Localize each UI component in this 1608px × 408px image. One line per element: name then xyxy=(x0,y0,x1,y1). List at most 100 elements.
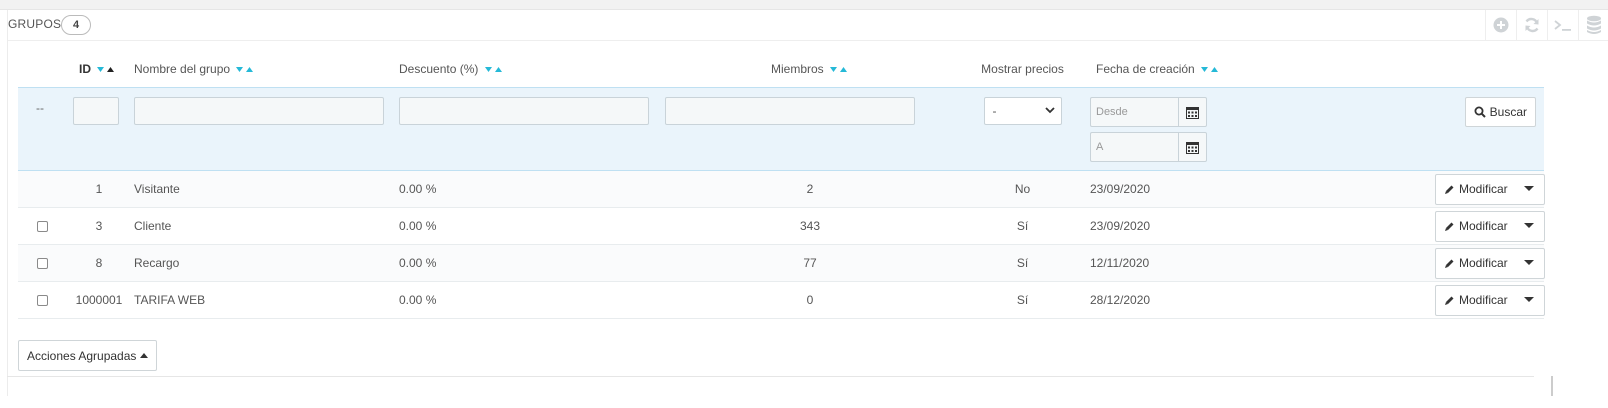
filter-id-input[interactable] xyxy=(73,97,119,125)
header-actions xyxy=(1435,51,1544,88)
filter-id-cell xyxy=(64,87,134,171)
date-to-group: A xyxy=(1090,132,1435,162)
edit-button-label: Modificar xyxy=(1459,219,1508,233)
cell-show-prices: No xyxy=(955,170,1090,208)
header-name: Nombre del grupo xyxy=(134,51,399,88)
filter-name-cell xyxy=(134,87,399,171)
cell-actions: Modificar xyxy=(1435,207,1545,245)
cell-discount: 0.00 % xyxy=(399,170,665,208)
table-row[interactable]: 1000001 TARIFA WEB 0.00 % 0 Sí 28/12/202… xyxy=(18,281,1545,319)
pencil-icon xyxy=(1445,222,1454,231)
filter-name-input[interactable] xyxy=(134,97,384,125)
sort-asc-icon[interactable] xyxy=(246,67,254,73)
search-button[interactable]: Buscar xyxy=(1464,97,1536,127)
filter-discount-input[interactable] xyxy=(399,97,649,125)
sort-asc-icon[interactable] xyxy=(107,67,115,73)
select-all-marker: -- xyxy=(36,101,44,115)
row-checkbox[interactable] xyxy=(37,257,48,269)
cell-id: 1000001 xyxy=(64,281,134,319)
caret-down-icon xyxy=(1523,186,1534,191)
sort-desc-icon[interactable] xyxy=(236,67,244,73)
sort-asc-icon[interactable] xyxy=(494,67,502,73)
pencil-icon xyxy=(1445,259,1454,268)
filter-created-cell: Desde A xyxy=(1090,87,1435,171)
filter-members-cell xyxy=(665,87,955,171)
refresh-button[interactable] xyxy=(1516,10,1547,40)
edit-button[interactable]: Modificar xyxy=(1436,286,1514,315)
top-strip xyxy=(0,0,1608,10)
cell-id: 3 xyxy=(64,207,134,245)
row-actions: Modificar xyxy=(1435,284,1545,316)
date-from-group: Desde xyxy=(1090,97,1435,127)
date-from-input[interactable]: Desde xyxy=(1090,97,1178,127)
row-actions-dropdown-toggle[interactable] xyxy=(1514,286,1544,315)
refresh-icon xyxy=(1525,17,1539,33)
sort-desc-icon[interactable] xyxy=(484,67,492,73)
cell-created: 23/09/2020 xyxy=(1090,207,1435,245)
edit-button-label: Modificar xyxy=(1459,256,1508,270)
cell-name: Visitante xyxy=(134,170,399,208)
header-id-label: ID xyxy=(79,61,91,76)
row-checkbox[interactable] xyxy=(37,294,48,306)
sort-controls-name xyxy=(235,62,255,76)
bulk-actions-button[interactable]: Acciones Agrupadas xyxy=(18,340,158,371)
database-icon xyxy=(1587,15,1601,34)
cell-name: Cliente xyxy=(134,207,399,245)
filter-discount-cell xyxy=(399,87,665,171)
caret-down-icon xyxy=(1523,297,1534,302)
header-discount-label: Descuento (%) xyxy=(399,61,479,76)
row-actions-dropdown-toggle[interactable] xyxy=(1514,212,1544,241)
edit-button[interactable]: Modificar xyxy=(1436,212,1514,241)
chevron-down-icon xyxy=(1044,107,1055,114)
cell-discount: 0.00 % xyxy=(399,281,665,319)
sql-query-button[interactable] xyxy=(1547,10,1578,40)
date-to-picker-button[interactable] xyxy=(1178,132,1207,162)
header-id: ID xyxy=(64,51,134,88)
panel-heading: GRUPOS 4 xyxy=(8,10,1608,41)
cell-id: 1 xyxy=(64,170,134,208)
cell-created: 23/09/2020 xyxy=(1090,170,1435,208)
filter-show-prices-value: - xyxy=(992,104,997,118)
row-actions: Modificar xyxy=(1435,247,1545,279)
table-row[interactable]: 3 Cliente 0.00 % 343 Sí 23/09/2020 Modif… xyxy=(18,207,1545,245)
table-row[interactable]: 1 Visitante 0.00 % 2 No 23/09/2020 Modif… xyxy=(18,170,1545,208)
header-row: ID Nombre del grupo Descuento (%) Miembr… xyxy=(18,51,1544,88)
cell-show-prices: Sí xyxy=(955,207,1090,245)
sort-desc-icon[interactable] xyxy=(830,67,838,73)
sort-desc-icon[interactable] xyxy=(97,67,105,73)
pencil-icon xyxy=(1445,296,1454,305)
edit-button[interactable]: Modificar xyxy=(1436,249,1514,278)
cell-actions: Modificar xyxy=(1435,244,1545,282)
groups-table: ID Nombre del grupo Descuento (%) Miembr… xyxy=(18,51,1545,319)
date-to-input[interactable]: A xyxy=(1090,132,1178,162)
sort-desc-icon[interactable] xyxy=(1201,67,1209,73)
edit-button-label: Modificar xyxy=(1459,182,1508,196)
header-created: Fecha de creación xyxy=(1090,51,1435,88)
export-database-button[interactable] xyxy=(1578,10,1608,40)
cell-show-prices: Sí xyxy=(955,281,1090,319)
bulk-actions-label: Acciones Agrupadas xyxy=(27,348,137,363)
date-from-picker-button[interactable] xyxy=(1178,97,1207,127)
filter-members-input[interactable] xyxy=(665,97,915,125)
edit-button[interactable]: Modificar xyxy=(1436,175,1514,204)
edit-button-label: Modificar xyxy=(1459,293,1508,307)
row-select-cell xyxy=(18,170,64,208)
table-row[interactable]: 8 Recargo 0.00 % 77 Sí 12/11/2020 Modifi… xyxy=(18,244,1545,282)
panel-footer-divider xyxy=(7,376,1534,377)
header-name-label: Nombre del grupo xyxy=(134,61,231,76)
cell-actions: Modificar xyxy=(1435,281,1545,319)
row-checkbox[interactable] xyxy=(37,220,48,232)
row-actions-dropdown-toggle[interactable] xyxy=(1514,249,1544,278)
sort-asc-icon[interactable] xyxy=(840,67,848,73)
filter-show-prices-cell: - xyxy=(955,87,1090,171)
add-new-button[interactable] xyxy=(1485,10,1516,40)
filter-show-prices-select[interactable]: - xyxy=(983,97,1062,125)
sort-asc-icon[interactable] xyxy=(1211,67,1219,73)
cell-members: 2 xyxy=(665,170,955,208)
row-actions-dropdown-toggle[interactable] xyxy=(1514,175,1544,204)
cell-discount: 0.00 % xyxy=(399,244,665,282)
header-members: Miembros xyxy=(665,51,955,88)
calendar-icon xyxy=(1186,106,1199,119)
search-button-label: Buscar xyxy=(1489,105,1527,119)
cell-id: 8 xyxy=(64,244,134,282)
